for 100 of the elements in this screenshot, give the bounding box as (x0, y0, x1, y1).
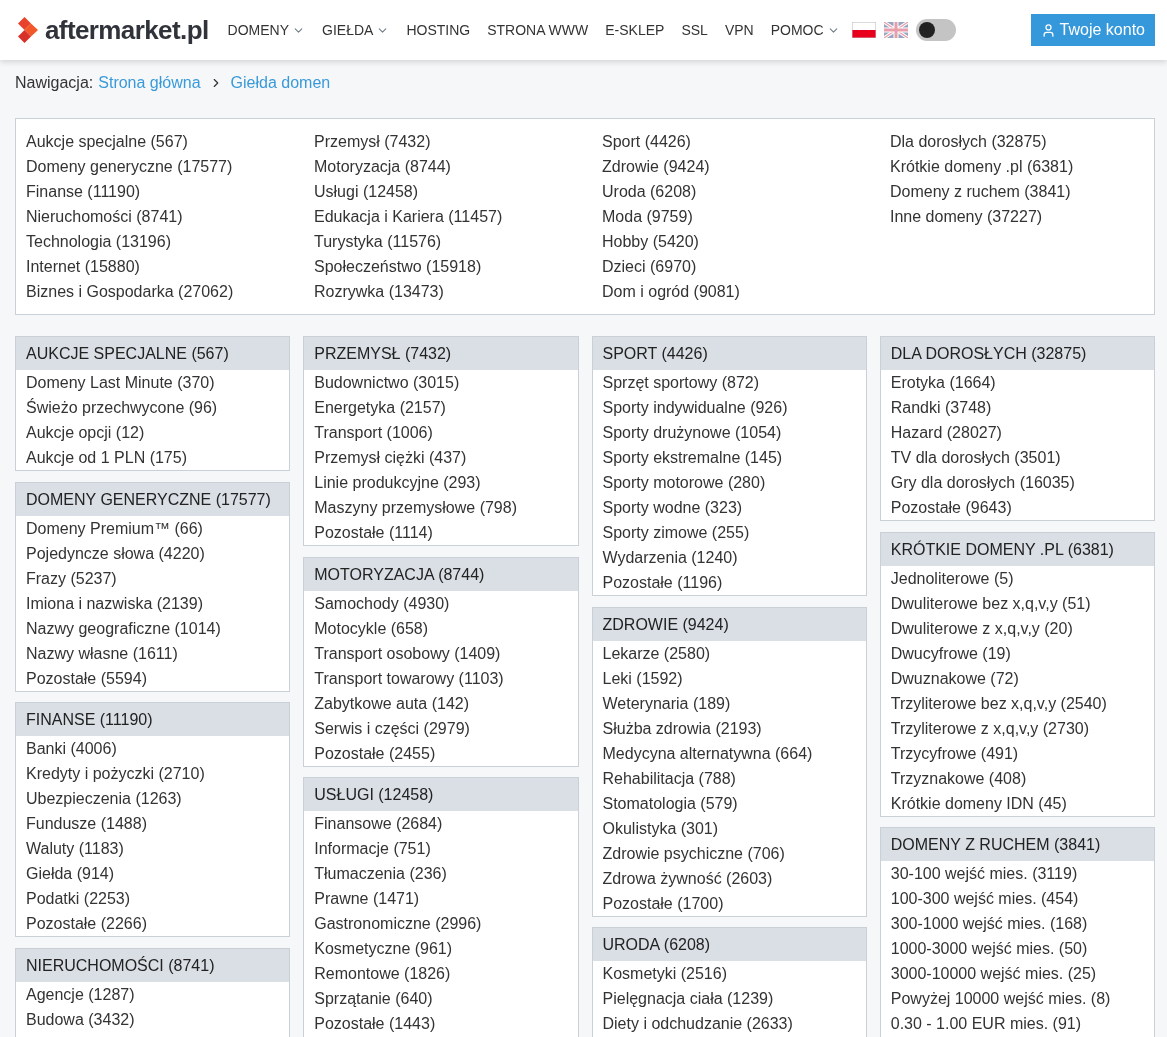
category-link[interactable]: Powyżej 10000 wejść mies. (8) (890, 986, 1111, 1011)
category-link[interactable]: Weterynaria (189) (602, 690, 731, 716)
category-link[interactable]: Prawne (1471) (314, 886, 420, 911)
category-link[interactable]: Przemysł (7432) (314, 129, 431, 154)
category-link[interactable]: Sporty indywidualne (926) (602, 395, 788, 420)
category-link[interactable]: Usługi (12458) (314, 179, 419, 204)
category-link[interactable]: 30-100 wejść mies. (3119) (890, 861, 1078, 886)
category-link[interactable]: Dla dorosłych (32875) (890, 129, 1047, 154)
category-header[interactable]: PRZEMYSŁ (7432) (304, 337, 578, 370)
category-link[interactable]: Nazwy własne (1611) (26, 640, 178, 666)
category-link[interactable]: Budowa (3432) (26, 1006, 135, 1032)
category-link[interactable]: Aukcje od 1 PLN (175) (26, 445, 187, 470)
category-link[interactable]: Trzyznakowe (408) (890, 765, 1027, 791)
category-link[interactable]: Sporty zimowe (255) (602, 520, 750, 545)
category-link[interactable]: Sprzątanie (640) (314, 986, 433, 1011)
category-link[interactable]: Ubezpieczenia (1263) (26, 786, 182, 811)
category-link[interactable]: Dwuliterowe bez x,q,v,y (51) (890, 590, 1091, 616)
category-link[interactable]: Zdrowa żywność (2603) (602, 865, 773, 891)
category-link[interactable]: Biznes i Gospodarka (27062) (26, 279, 234, 304)
category-link[interactable]: Medycyna alternatywna (664) (602, 740, 813, 766)
category-link[interactable]: Motocykle (658) (314, 615, 429, 641)
category-link[interactable]: Okulistyka (301) (602, 815, 719, 841)
category-link[interactable]: Pozostałe (2455) (314, 740, 436, 766)
category-link[interactable]: Diety i odchudzanie (2633) (602, 1011, 793, 1036)
category-link[interactable]: Nazwy geograficzne (1014) (26, 615, 221, 641)
category-link[interactable]: Kredyty i pożyczki (2710) (26, 761, 205, 786)
category-link[interactable]: Fundusze (1488) (26, 811, 147, 836)
category-link[interactable]: Sporty drużynowe (1054) (602, 420, 782, 445)
logo-text[interactable]: aftermarket.pl (45, 17, 209, 43)
category-link[interactable]: Sporty motorowe (280) (602, 470, 766, 495)
nav-menu-item[interactable]: VPN (724, 19, 754, 41)
category-link[interactable]: Lekarze (2580) (602, 640, 711, 666)
category-link[interactable]: Zabytkowe auta (142) (314, 690, 469, 716)
category-link[interactable]: Informacje (751) (314, 836, 431, 861)
category-link[interactable]: Dwuznakowe (72) (890, 665, 1019, 691)
category-link[interactable]: Samochody (4930) (314, 590, 450, 616)
category-link[interactable]: Domeny z ruchem (3841) (890, 179, 1071, 204)
category-link[interactable]: Waluty (1183) (26, 836, 124, 861)
category-link[interactable]: Pojedyncze słowa (4220) (26, 540, 205, 566)
category-header[interactable]: USŁUGI (12458) (304, 778, 578, 811)
category-link[interactable]: Jednoliterowe (5) (890, 565, 1014, 591)
category-link[interactable]: Dzieci (6970) (602, 254, 697, 279)
category-link[interactable]: Leki (1592) (602, 665, 683, 691)
category-link[interactable]: Inne domeny (37227) (890, 204, 1043, 229)
category-link[interactable]: Stomatologia (579) (602, 790, 738, 816)
category-link[interactable]: Domeny Last Minute (370) (26, 370, 215, 395)
category-link[interactable]: Banki (4006) (26, 736, 117, 761)
category-link[interactable]: Hazard (28027) (890, 420, 1002, 445)
polish-flag-icon[interactable] (851, 22, 876, 38)
category-link[interactable]: Motoryzacja (8744) (314, 154, 451, 179)
category-link[interactable]: Aukcje opcji (12) (26, 420, 145, 445)
nav-menu-item[interactable]: GIEŁDA (322, 19, 390, 41)
category-link[interactable]: Zdrowie psychiczne (706) (602, 840, 785, 866)
category-header[interactable]: NIERUCHOMOŚCI (8741) (16, 948, 290, 982)
category-header[interactable]: KRÓTKIE DOMENY .PL (6381) (880, 532, 1154, 566)
category-link[interactable]: Trzycyfrowe (491) (890, 740, 1019, 766)
category-link[interactable]: Randki (3748) (890, 395, 992, 420)
category-header[interactable]: SPORT (4426) (592, 337, 866, 370)
nav-menu-item[interactable]: DOMENY (227, 19, 305, 41)
category-link[interactable]: Pielęgnacja ciała (1239) (602, 986, 774, 1011)
category-link[interactable]: Kosmetyki (2516) (602, 961, 727, 986)
category-link[interactable]: Hobby (5420) (602, 229, 699, 254)
category-link[interactable]: Krótkie domeny IDN (45) (890, 790, 1067, 816)
category-link[interactable]: Serwis i części (2979) (314, 715, 470, 741)
category-link[interactable]: Trzyliterowe bez x,q,v,y (2540) (890, 690, 1107, 716)
category-header[interactable]: AUKCJE SPECJALNE (567) (16, 337, 290, 370)
nav-menu-item[interactable]: POMOC (770, 19, 840, 41)
category-link[interactable]: Przemysł ciężki (437) (314, 445, 467, 470)
category-link[interactable]: Domeny Premium™ (66) (26, 515, 203, 541)
category-link[interactable]: Sporty wodne (323) (602, 495, 743, 520)
category-link[interactable]: Finansowe (2684) (314, 811, 443, 836)
category-link[interactable]: Dwuliterowe z x,q,v,y (20) (890, 615, 1073, 641)
category-link[interactable]: Moda (9759) (602, 204, 693, 229)
category-link[interactable]: Trzyliterowe z x,q,v,y (2730) (890, 715, 1090, 741)
category-link[interactable]: 100-300 wejść mies. (454) (890, 886, 1079, 911)
category-link[interactable]: Pozostałe (1196) (602, 570, 723, 595)
category-link[interactable]: Sprzęt sportowy (872) (602, 370, 759, 395)
category-link[interactable]: Nieruchomości (8741) (26, 204, 183, 229)
category-link[interactable]: Transport towarowy (1103) (314, 665, 504, 691)
category-link[interactable]: Frazy (5237) (26, 565, 117, 591)
category-link[interactable]: Uroda (6208) (602, 179, 697, 204)
category-link[interactable]: Sporty ekstremalne (145) (602, 445, 783, 470)
category-link[interactable]: Remontowe (1826) (314, 961, 451, 986)
category-link[interactable]: Służba zdrowia (2193) (602, 715, 762, 741)
category-link[interactable]: Pozostałe (1114) (314, 520, 433, 545)
nav-menu-item[interactable]: HOSTING (406, 19, 471, 41)
category-link[interactable]: Społeczeństwo (15918) (314, 254, 482, 279)
category-link[interactable]: Gastronomiczne (2996) (314, 911, 482, 936)
category-link[interactable]: Erotyka (1664) (890, 370, 996, 395)
category-link[interactable]: TV dla dorosłych (3501) (890, 445, 1061, 470)
category-link[interactable]: Podatki (2253) (26, 886, 131, 911)
category-link[interactable]: Dom i ogród (9081) (602, 279, 740, 304)
category-link[interactable]: Pozostałe (1443) (314, 1011, 436, 1036)
category-header[interactable]: MOTORYZACJA (8744) (304, 557, 578, 591)
category-link[interactable]: Pozostałe (2266) (26, 911, 147, 936)
category-header[interactable]: DLA DOROSŁYCH (32875) (880, 337, 1154, 370)
category-link[interactable]: Internet (15880) (26, 254, 140, 279)
category-link[interactable]: Świeżo przechwycone (96) (26, 395, 218, 420)
category-link[interactable]: Transport osobowy (1409) (314, 640, 501, 666)
category-link[interactable]: Finanse (11190) (26, 179, 141, 204)
